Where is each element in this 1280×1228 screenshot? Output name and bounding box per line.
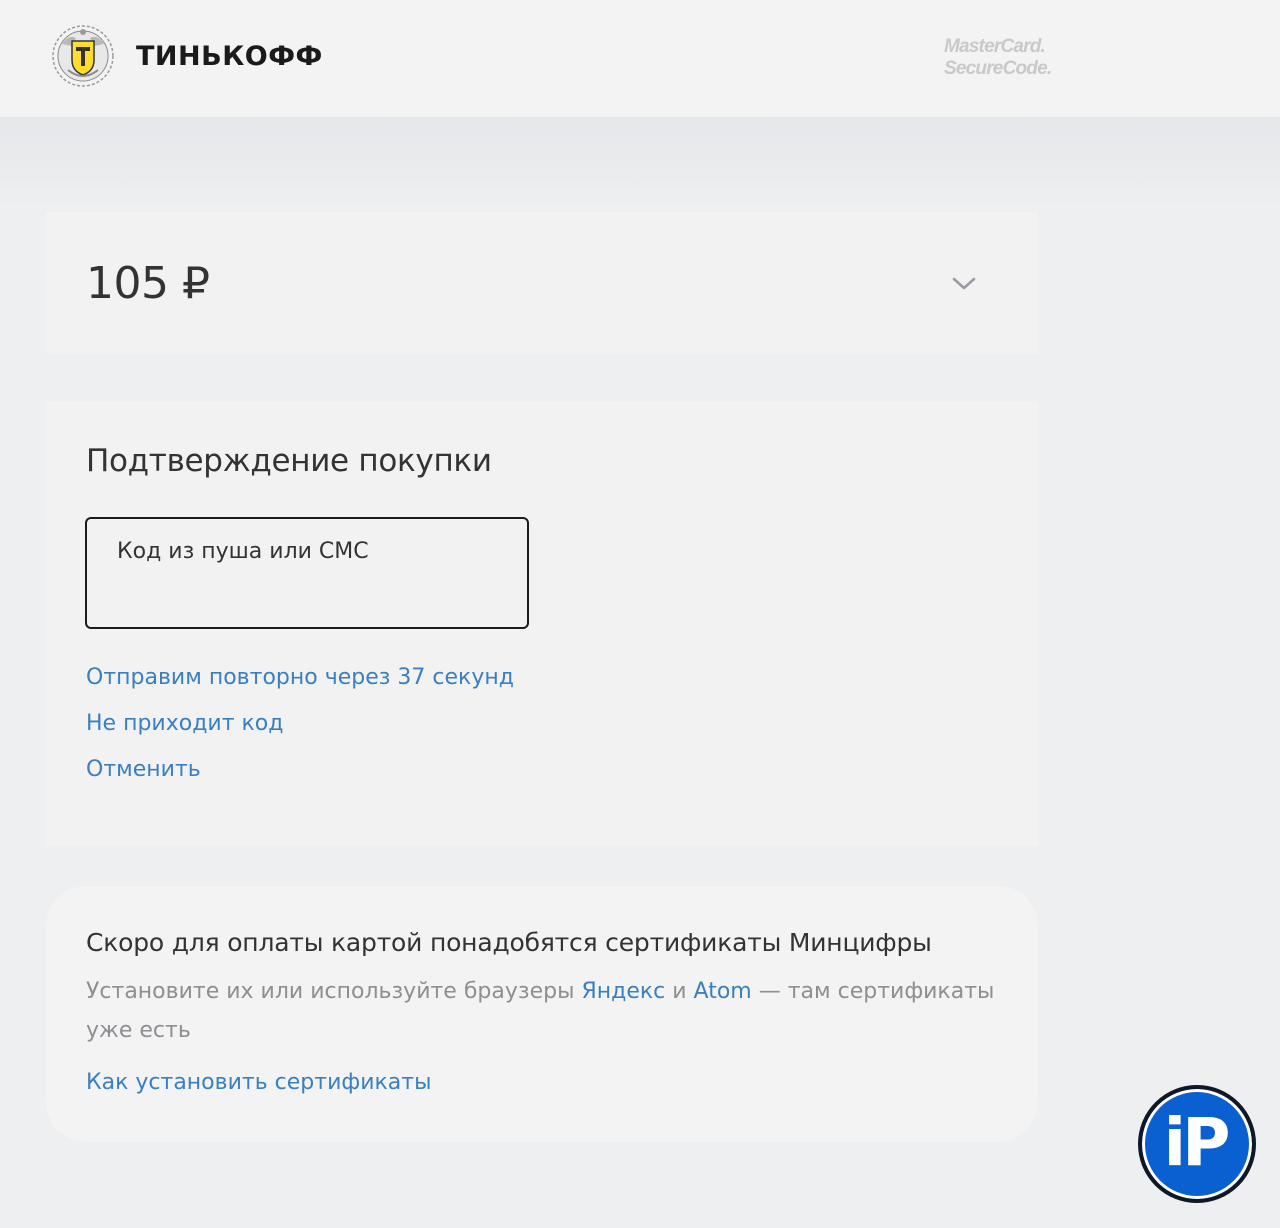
resend-code-link[interactable]: Отправим повторно через 37 секунд [86,665,514,690]
amount-card: 105 ₽ [46,212,1038,354]
code-field-label: Код из пуша или СМС [117,539,369,564]
securecode-line-2: SecureCode. [944,58,1052,79]
brand-name: ТИНЬКОФФ [136,40,323,72]
iphones-watermark-logo: iP [1138,1085,1256,1203]
expand-details-button[interactable] [946,268,982,300]
code-input[interactable] [117,579,497,615]
mastercard-securecode-logo: MasterCard. SecureCode. [944,36,1064,80]
payment-amount: 105 ₽ [86,258,210,309]
no-code-link[interactable]: Не приходит код [86,711,283,736]
securecode-line-1: MasterCard. [944,36,1046,57]
certificates-desc-text-2: и [665,979,694,1004]
brand[interactable]: ТИНЬКОФФ [48,24,323,88]
watermark-text: iP [1163,1103,1231,1181]
certificates-card: Скоро для оплаты картой понадобятся серт… [46,886,1038,1142]
code-field[interactable]: Код из пуша или СМС [85,517,529,629]
certificates-desc-text-1: Установите их или используйте браузеры [86,979,582,1004]
confirmation-card: Подтверждение покупки Код из пуша или СМ… [46,401,1038,846]
certificates-title: Скоро для оплаты картой понадобятся серт… [86,928,932,957]
tinkoff-logo-icon [52,25,114,87]
how-to-install-certificates-link[interactable]: Как установить сертификаты [86,1070,431,1095]
certificates-description: Установите их или используйте браузеры Я… [86,972,1016,1050]
cancel-link[interactable]: Отменить [86,757,201,782]
yandex-browser-link[interactable]: Яндекс [581,979,665,1004]
chevron-down-icon [952,277,976,290]
header: ТИНЬКОФФ MasterCard. SecureCode. [0,0,1280,118]
confirmation-title: Подтверждение покупки [86,443,492,479]
atom-browser-link[interactable]: Atom [694,979,752,1004]
